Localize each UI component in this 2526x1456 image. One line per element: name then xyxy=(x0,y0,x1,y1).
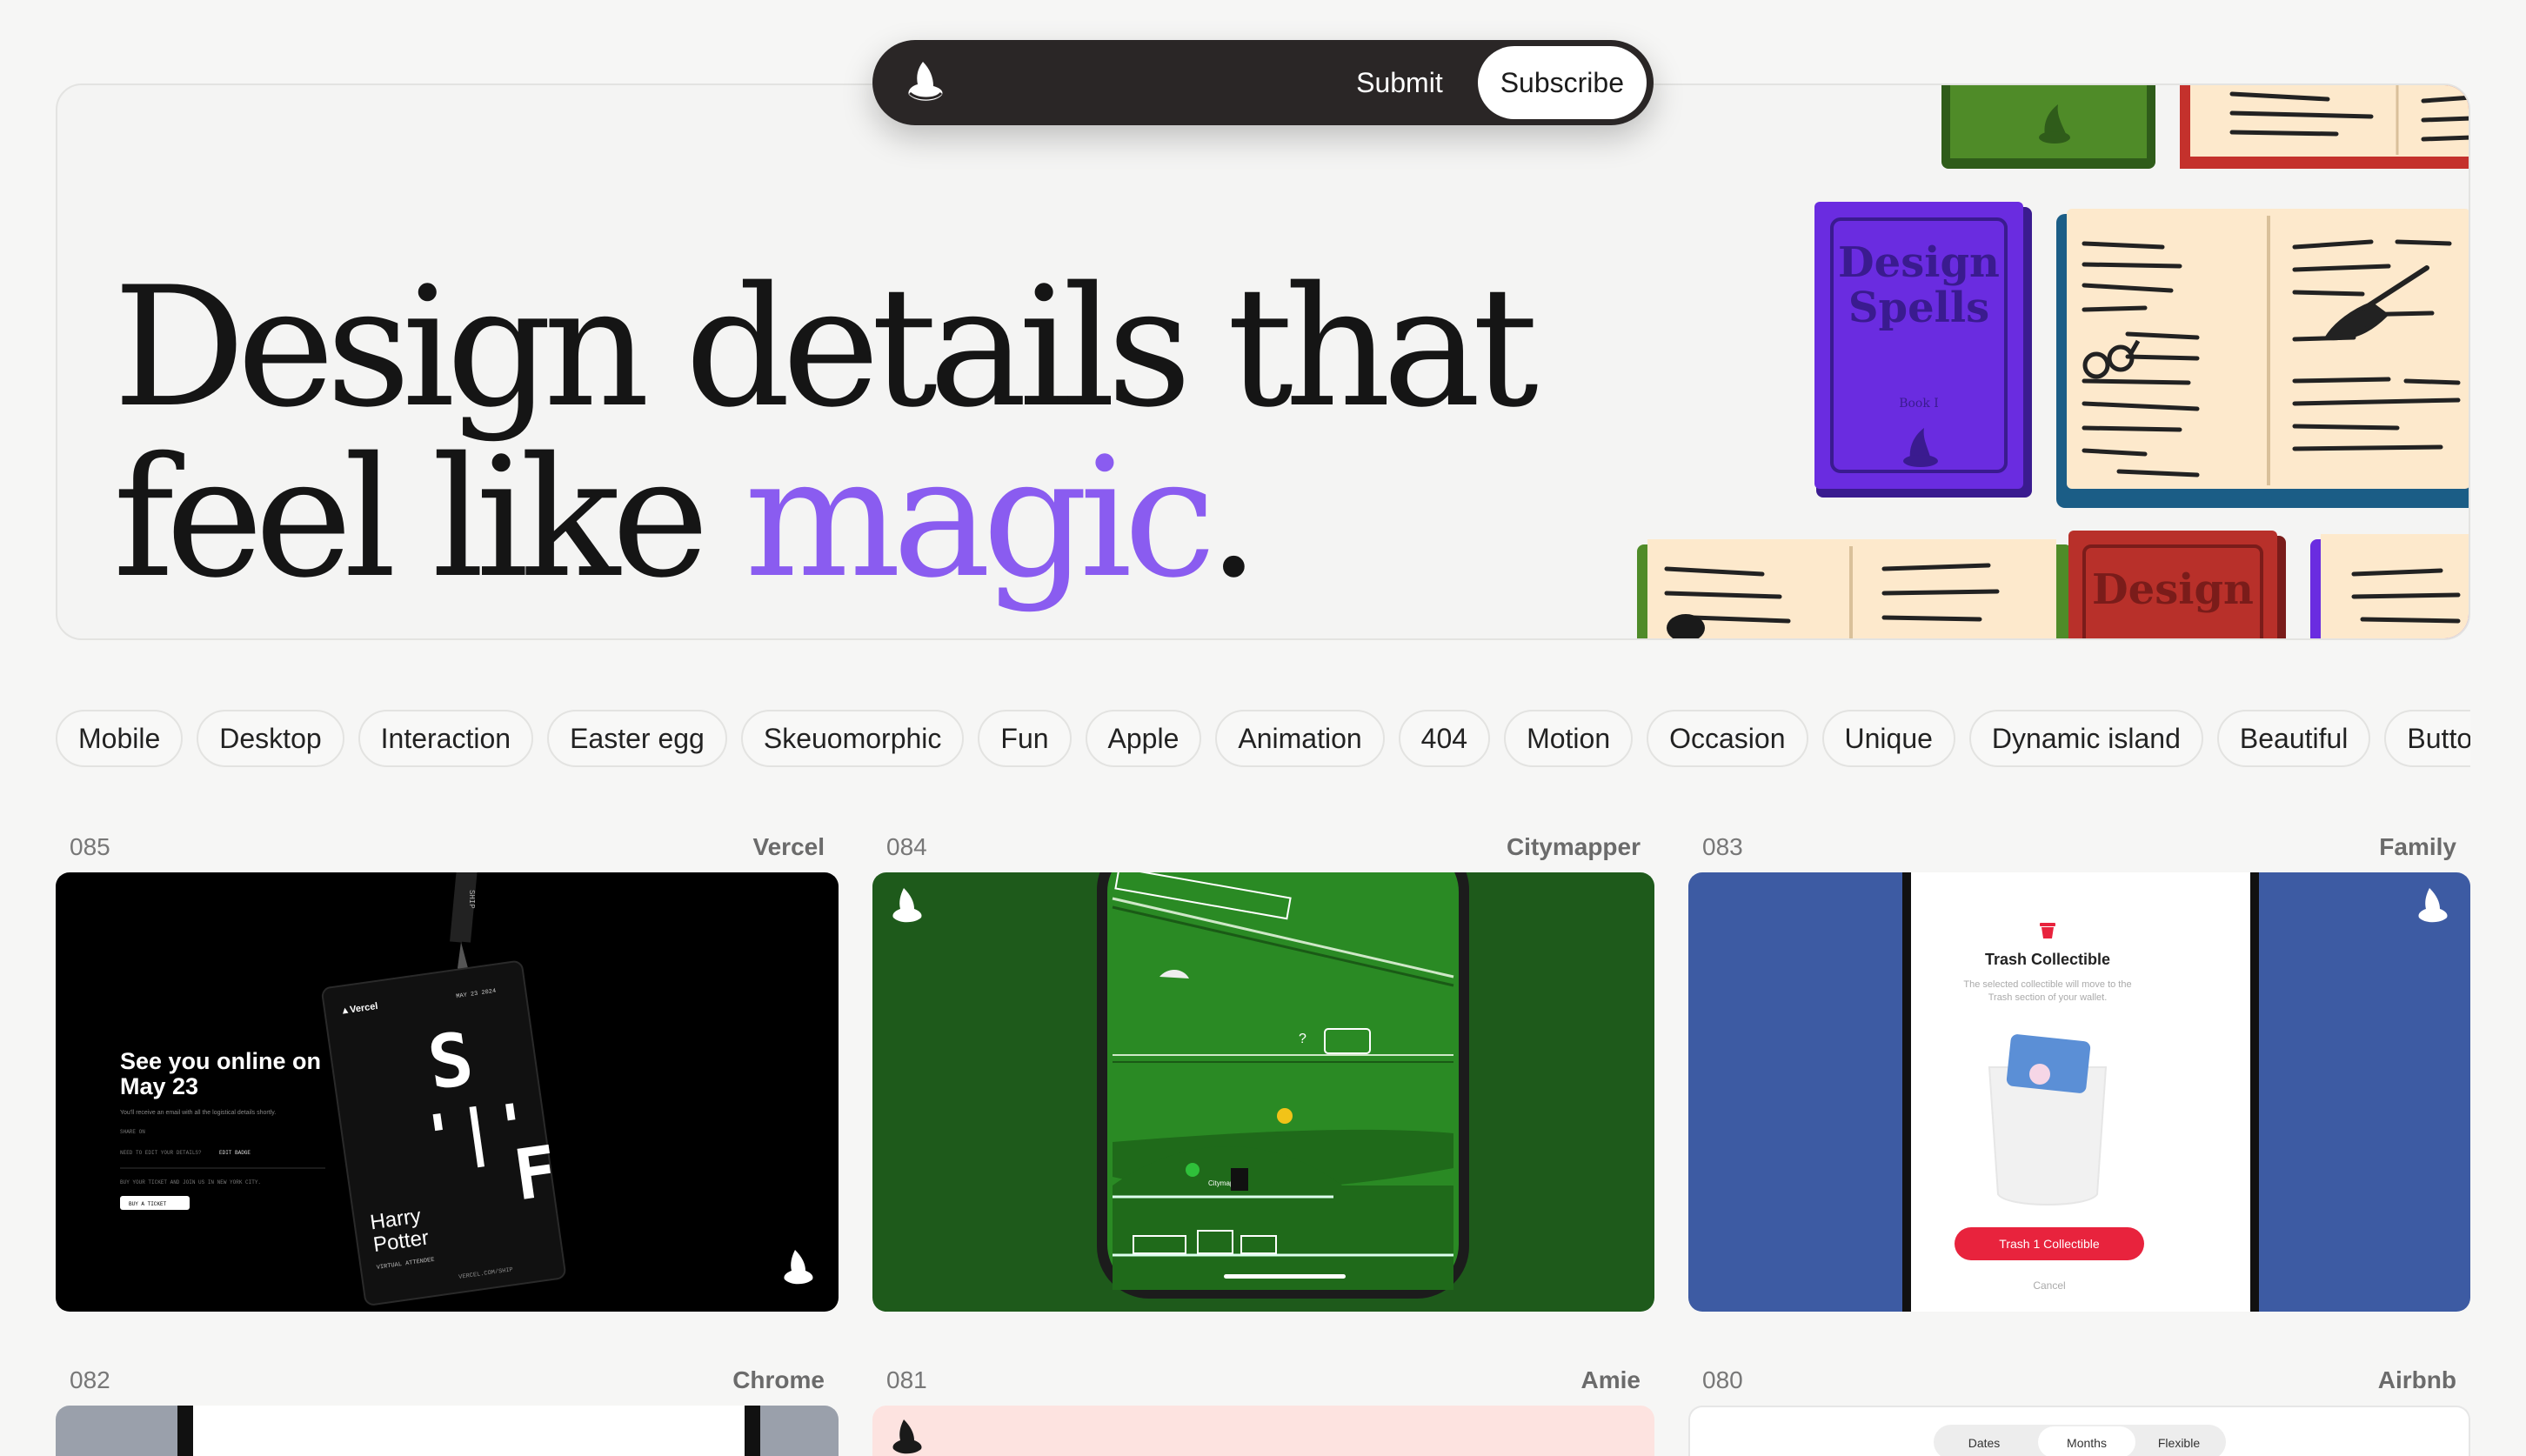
submit-link[interactable]: Submit xyxy=(1356,67,1443,99)
card-number: 080 xyxy=(1702,1366,1743,1393)
family-cancel: Cancel xyxy=(2033,1279,2065,1292)
wizard-hat-icon xyxy=(784,1250,813,1285)
vercel-buy-button: BUY A TICKET xyxy=(129,1201,167,1207)
card-thumbnail-vercel[interactable]: See you online on May 23 You'll receive … xyxy=(56,872,839,1312)
card-number: 083 xyxy=(1702,833,1743,860)
hero-heading-accent: magic xyxy=(744,422,1216,614)
card-brand[interactable]: Citymapper xyxy=(1507,833,1654,868)
card-thumbnail-family[interactable]: Trash Collectible The selected collectib… xyxy=(1688,872,2470,1312)
tag-fun[interactable]: Fun xyxy=(978,710,1072,767)
card-number: 084 xyxy=(886,833,927,860)
card-number: 085 xyxy=(70,833,110,860)
card-brand[interactable]: Amie xyxy=(1581,1366,1654,1401)
wizard-hat-icon xyxy=(892,1419,922,1454)
chrome-preview xyxy=(177,1406,760,1456)
tag-interaction[interactable]: Interaction xyxy=(358,710,534,767)
red-book-bottom: Design xyxy=(2068,531,2286,638)
vercel-buy: BUY YOUR TICKET AND JOIN US IN NEW YORK … xyxy=(120,1179,261,1186)
blue-open-book xyxy=(2056,209,2469,508)
family-action: Trash 1 Collectible xyxy=(1999,1237,2100,1251)
hero-heading-line2-pre: feel like xyxy=(113,422,745,614)
tag-skeuomorphic[interactable]: Skeuomorphic xyxy=(740,710,965,767)
card-meta: 085 Vercel xyxy=(56,833,839,868)
card-thumbnail-citymapper[interactable]: ? Citymapper xyxy=(872,872,1654,1312)
tag-beautiful[interactable]: Beautiful xyxy=(2216,710,2371,767)
vercel-ship-preview: See you online on May 23 You'll receive … xyxy=(120,872,813,1306)
tag-motion[interactable]: Motion xyxy=(1504,710,1634,767)
card-meta: 082 Chrome xyxy=(56,1366,839,1401)
family-title: Trash Collectible xyxy=(1985,951,2110,968)
svg-text:?: ? xyxy=(1299,1032,1306,1046)
card-meta: 084 Citymapper xyxy=(872,833,1654,868)
citymapper-preview: ? Citymapper xyxy=(892,872,1469,1299)
tag-desktop[interactable]: Desktop xyxy=(197,710,344,767)
tag-easter-egg[interactable]: Easter egg xyxy=(547,710,727,767)
wizard-hat-icon xyxy=(2418,888,2448,923)
book-title-line1: Design xyxy=(1838,238,2000,287)
card-meta: 083 Family xyxy=(1688,833,2470,868)
subscribe-button[interactable]: Subscribe xyxy=(1477,46,1647,119)
card-brand[interactable]: Airbnb xyxy=(2378,1366,2470,1401)
vercel-badge-side: SHIP xyxy=(467,890,476,909)
tag-animation[interactable]: Animation xyxy=(1215,710,1385,767)
red-open-book-top xyxy=(2180,85,2469,169)
card-number: 081 xyxy=(886,1366,927,1393)
hero-heading-line1: Design details that xyxy=(113,251,1539,444)
book-title-line2: Spells xyxy=(1848,284,1989,332)
wizard-hat-logo-icon[interactable] xyxy=(899,57,951,109)
hero-heading: Design details that feel like magic. xyxy=(113,263,1539,604)
purple-open-book-bottom xyxy=(2310,534,2469,638)
card-meta: 081 Amie xyxy=(872,1366,1654,1401)
tag-filter-row: Mobile Desktop Interaction Easter egg Sk… xyxy=(56,710,2470,767)
vercel-edit: EDIT BADGE xyxy=(219,1150,251,1156)
segment-dates: Dates xyxy=(1968,1436,2001,1450)
book-subtitle: Book I xyxy=(1899,397,1939,411)
card-meta: 080 Airbnb xyxy=(1688,1366,2470,1401)
tag-mobile[interactable]: Mobile xyxy=(56,710,184,767)
vercel-sub: You'll receive an email with all the log… xyxy=(120,1110,276,1116)
wizard-hat-icon xyxy=(892,888,922,923)
green-open-book-bottom xyxy=(1637,539,2072,638)
green-book-top xyxy=(1941,85,2155,169)
tag-404[interactable]: 404 xyxy=(1398,710,1491,767)
family-trash-preview: Trash Collectible The selected collectib… xyxy=(1902,872,2448,1312)
card-brand[interactable]: Vercel xyxy=(752,833,839,868)
tag-button[interactable]: Button xyxy=(2384,710,2470,767)
vercel-heading-1: See you online on xyxy=(120,1048,321,1074)
family-desc-2: Trash section of your wallet. xyxy=(1988,992,2108,1003)
tag-dynamic-island[interactable]: Dynamic island xyxy=(1968,710,2203,767)
family-desc-1: The selected collectible will move to th… xyxy=(1963,979,2131,990)
card-thumbnail-airbnb[interactable]: Dates Months Flexible xyxy=(1688,1406,2470,1456)
red-book-title: Design xyxy=(2092,565,2254,614)
hero-heading-period: . xyxy=(1207,422,1260,614)
top-nav: Submit Subscribe xyxy=(872,40,1654,125)
vercel-share: SHARE ON xyxy=(120,1129,145,1135)
airbnb-preview: Dates Months Flexible xyxy=(1934,1425,2226,1456)
card-thumbnail-amie[interactable] xyxy=(872,1406,1654,1456)
hero-banner: Design Spells Book I Design Design detai… xyxy=(56,83,2470,640)
amie-preview xyxy=(892,1419,922,1454)
purple-spellbook: Design Spells Book I xyxy=(1814,202,2032,498)
card-thumbnail-chrome[interactable] xyxy=(56,1406,839,1456)
card-number: 082 xyxy=(70,1366,110,1393)
tag-unique[interactable]: Unique xyxy=(1821,710,1955,767)
vercel-need: NEED TO EDIT YOUR DETAILS? xyxy=(120,1150,202,1156)
tag-apple[interactable]: Apple xyxy=(1085,710,1202,767)
card-brand[interactable]: Chrome xyxy=(732,1366,839,1401)
vercel-heading-2: May 23 xyxy=(120,1073,198,1099)
segment-months: Months xyxy=(2067,1436,2107,1450)
segment-flexible: Flexible xyxy=(2158,1436,2200,1450)
card-brand[interactable]: Family xyxy=(2379,833,2470,868)
tag-occasion[interactable]: Occasion xyxy=(1647,710,1808,767)
